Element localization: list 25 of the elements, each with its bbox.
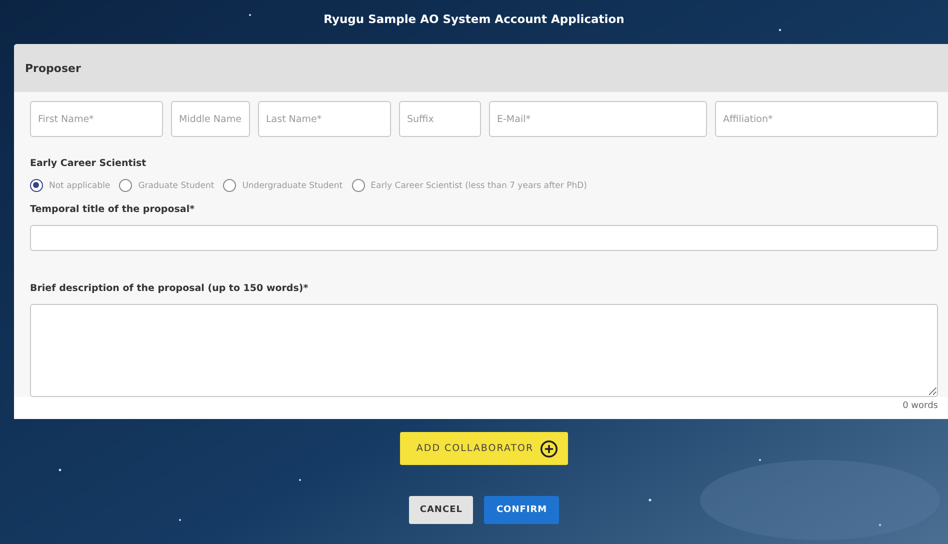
radio-label[interactable]: Not applicable <box>49 180 110 190</box>
radio-button[interactable] <box>119 179 132 192</box>
input-field[interactable] <box>30 225 938 251</box>
add-collaborator-button[interactable]: ADD COLLABORATOR <box>400 432 568 465</box>
radio-label[interactable]: Graduate Student <box>138 180 214 190</box>
radio-label[interactable]: Early Career Scientist (less than 7 years after PhD) <box>370 180 587 190</box>
confirm-button[interactable]: CONFIRM <box>484 496 560 524</box>
input-field[interactable]: E-Mail* <box>489 101 707 137</box>
field-label: Temporal title of the proposal* <box>30 204 196 215</box>
radio-button[interactable] <box>223 179 236 192</box>
input-field[interactable]: Suffix <box>399 101 481 137</box>
input-field[interactable]: Affiliation* <box>715 101 938 137</box>
field-label: Brief description of the proposal (up to 150 words)* <box>30 283 310 294</box>
plus-circle-icon <box>540 440 558 458</box>
page-title: Ryugu Sample AO System Account Application <box>324 12 624 28</box>
radio-button[interactable] <box>30 179 43 192</box>
input-field[interactable]: First Name* <box>30 101 163 137</box>
field-label: Early Career Scientist <box>30 158 148 169</box>
radio-label[interactable]: Undergraduate Student <box>242 180 343 190</box>
input-field[interactable]: Middle Name <box>171 101 250 137</box>
section-title: Proposer <box>25 62 81 74</box>
input-field[interactable]: Last Name* <box>258 101 391 137</box>
cancel-button[interactable]: CANCEL <box>408 496 474 524</box>
word-count: 0 words <box>902 401 938 413</box>
radio-button[interactable] <box>352 179 365 192</box>
